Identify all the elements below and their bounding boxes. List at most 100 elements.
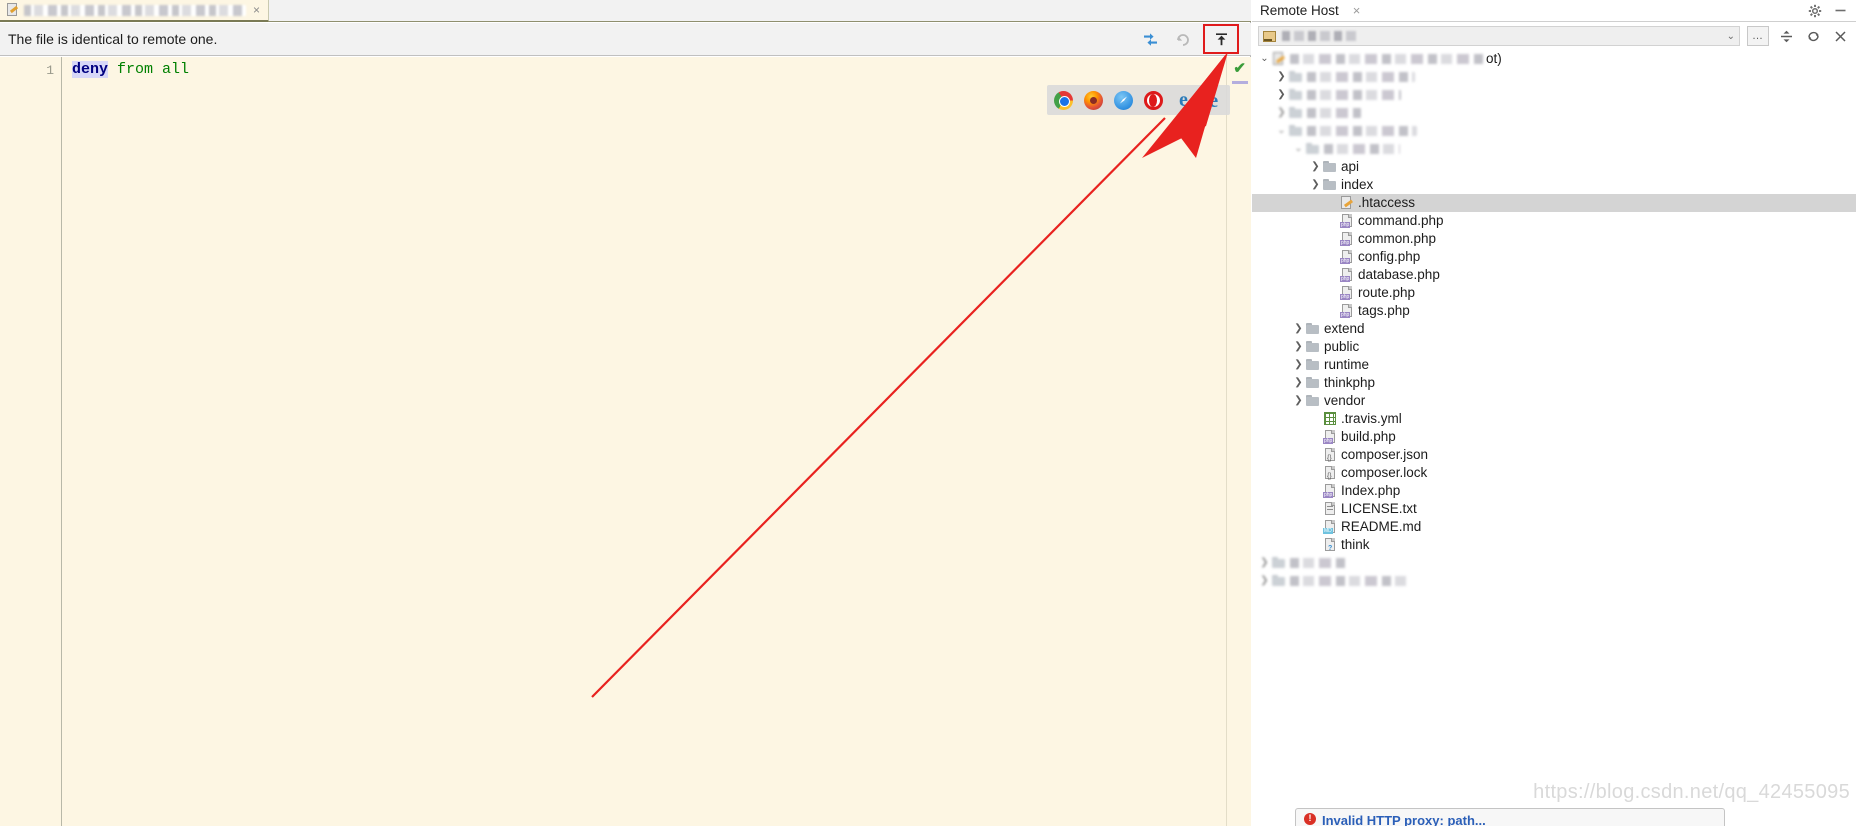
inspection-marker[interactable] [1232,81,1248,84]
editor-tab-strip-empty [269,0,1251,21]
browse-server-button[interactable]: … [1747,26,1769,46]
minimize-icon[interactable] [1834,4,1847,17]
edge-icon[interactable]: e [1204,89,1223,110]
safari-icon[interactable] [1114,90,1133,110]
code-text-area[interactable]: deny from all [62,57,1226,826]
file-edit-icon [6,3,19,17]
tree-row[interactable]: php command.php [1252,212,1856,230]
tree-row[interactable]: php common.php [1252,230,1856,248]
remote-host-tab[interactable]: Remote Host [1252,3,1339,18]
tree-row[interactable]: ⌄ [1252,140,1856,158]
close-panel-icon[interactable] [1830,26,1850,46]
chevron-right-icon[interactable]: ❯ [1292,360,1305,370]
tree-row[interactable]: ❯ [1252,572,1856,590]
tree-row[interactable]: php tags.php [1252,302,1856,320]
tree-label: runtime [1324,357,1370,372]
folder-icon [1288,124,1304,138]
tree-row[interactable]: .travis.yml [1252,410,1856,428]
tree-row[interactable]: {} composer.json [1252,446,1856,464]
notification-balloon[interactable]: Invalid HTTP proxy: path... [1295,808,1725,826]
chevron-down-icon[interactable]: ⌄ [1292,144,1305,154]
tree-row[interactable]: LICENSE.txt [1252,500,1856,518]
editor-tab-title-redacted [24,4,246,16]
compare-with-remote-button[interactable] [1139,28,1161,50]
tree-label: command.php [1358,213,1444,228]
tree-label-redacted [1307,108,1361,118]
tree-row[interactable]: ❯ runtime [1252,356,1856,374]
tree-row[interactable]: ❯ extend [1252,320,1856,338]
remote-host-tab-close-icon[interactable]: × [1353,3,1361,18]
tree-label-redacted [1307,72,1415,82]
tree-row[interactable]: {} composer.lock [1252,464,1856,482]
tree-row[interactable]: ❯ api [1252,158,1856,176]
sync-status-message: The file is identical to remote one. [8,31,218,47]
tree-row[interactable]: ❯ thinkphp [1252,374,1856,392]
tree-spacer[interactable]: ❯ [1275,108,1288,118]
json-file-icon: {} [1322,466,1338,480]
tree-row[interactable]: ❯ [1252,554,1856,572]
tree-row[interactable]: ❯ index [1252,176,1856,194]
chevron-right-icon[interactable]: ❯ [1292,396,1305,406]
php-file-icon: php [1339,286,1355,300]
folder-icon [1288,70,1304,84]
chevron-right-icon[interactable]: ❯ [1292,324,1305,334]
editor-tab-strip: × [0,0,1251,22]
tree-row[interactable]: ❯ vendor [1252,392,1856,410]
folder-icon [1271,556,1287,570]
undo-button[interactable] [1171,28,1193,50]
chevron-down-icon[interactable]: ⌄ [1275,126,1288,136]
chevron-down-icon[interactable]: ⌄ [1258,54,1271,64]
line-number: 1 [46,63,54,78]
chevron-right-icon[interactable]: ❯ [1309,180,1322,190]
tree-label: ot) [1486,51,1502,66]
php-file-icon: php [1339,268,1355,282]
tree-label: .htaccess [1358,195,1416,210]
server-select-dropdown[interactable]: ⌄ [1258,26,1740,46]
tree-row[interactable]: .htaccess [1252,194,1856,212]
tree-row[interactable]: php database.php [1252,266,1856,284]
opera-icon[interactable] [1144,90,1163,110]
tree-row[interactable]: ❯ [1252,104,1856,122]
upload-to-remote-button[interactable] [1203,24,1239,54]
tree-label: think [1341,537,1370,552]
tree-label: .travis.yml [1341,411,1402,426]
tree-row[interactable]: ⌄ [1252,122,1856,140]
tree-label: LICENSE.txt [1341,501,1417,516]
tree-row[interactable]: php Index.php [1252,482,1856,500]
chevron-right-icon[interactable]: ❯ [1292,378,1305,388]
tree-row[interactable]: php build.php [1252,428,1856,446]
editor-inspection-margin[interactable]: ✔ [1226,57,1251,826]
internet-explorer-icon[interactable]: e [1174,90,1193,110]
remote-file-tree[interactable]: ⌄ ot) ❯ ❯ ❯ ⌄ ⌄ ❯ api ❯ index .htaccess php command.p… [1252,50,1856,826]
tree-row[interactable]: ⌄ ot) [1252,50,1856,68]
tree-row[interactable]: ❯ [1252,68,1856,86]
folder-icon [1288,88,1304,102]
htaccess-file-icon [1339,196,1355,210]
chrome-icon[interactable] [1054,90,1073,110]
chevron-down-icon[interactable]: ⌄ [1727,31,1735,42]
tree-row[interactable]: ❯ [1252,86,1856,104]
tree-spacer[interactable]: ❯ [1258,558,1271,568]
remote-host-header: Remote Host × [1252,0,1856,22]
tree-row[interactable]: ? think [1252,536,1856,554]
tree-label-redacted [1290,54,1486,64]
tree-row[interactable]: MD README.md [1252,518,1856,536]
code-line[interactable]: deny from all [72,61,189,79]
editor-tab-active[interactable]: × [0,0,270,22]
editor-tab-close-icon[interactable]: × [251,4,262,16]
refresh-icon[interactable] [1803,26,1823,46]
remote-host-panel: Remote Host × ⌄ … ⌄ ot) ❯ ❯ ❯ ⌄ ⌄ ❯ api … [1252,0,1856,826]
firefox-icon[interactable] [1084,90,1103,110]
gear-icon[interactable] [1808,4,1822,18]
chevron-right-icon[interactable]: ❯ [1275,72,1288,82]
collapse-all-icon[interactable] [1776,26,1796,46]
tree-row[interactable]: ❯ public [1252,338,1856,356]
chevron-right-icon[interactable]: ❯ [1275,90,1288,100]
tree-row[interactable]: php route.php [1252,284,1856,302]
tree-spacer[interactable]: ❯ [1258,576,1271,586]
chevron-right-icon[interactable]: ❯ [1309,162,1322,172]
chevron-right-icon[interactable]: ❯ [1292,342,1305,352]
code-editor[interactable]: 1 deny from all ✔ [0,57,1251,826]
tree-row[interactable]: php config.php [1252,248,1856,266]
